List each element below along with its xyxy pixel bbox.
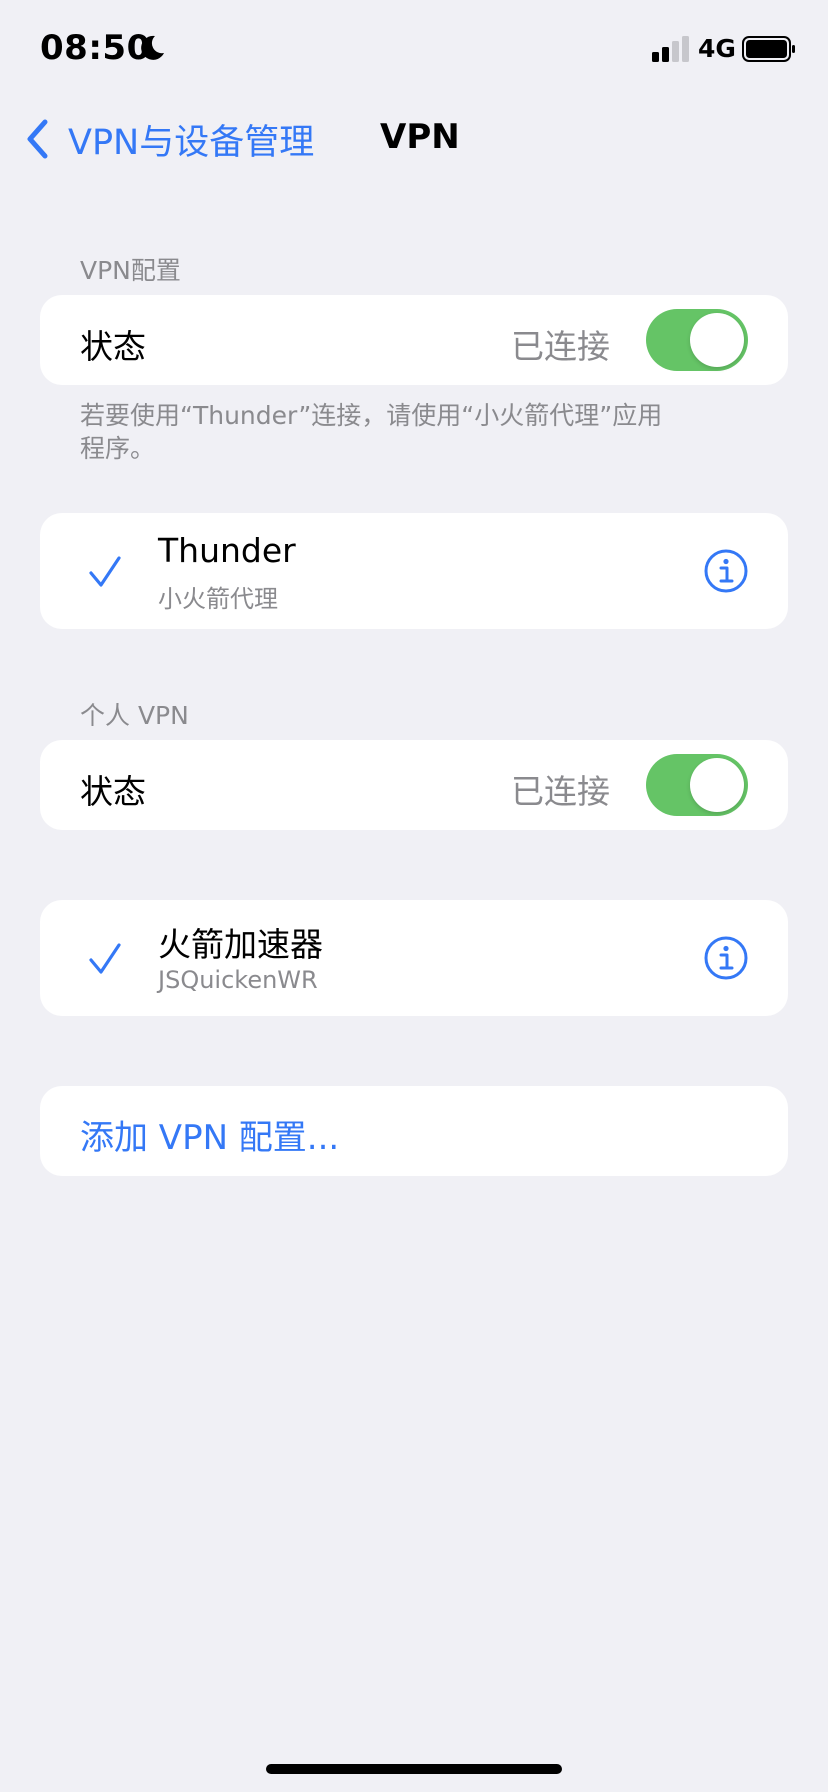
checkmark-icon xyxy=(89,943,121,974)
vpn-item-title: Thunder xyxy=(158,531,296,570)
home-indicator[interactable] xyxy=(266,1764,562,1774)
personal-vpn-status-toggle[interactable] xyxy=(646,754,748,816)
back-button-label: VPN与设备管理 xyxy=(68,122,315,163)
personal-vpn-status-row: 状态 已连接 xyxy=(40,740,788,830)
status-bar: 08:50 4G xyxy=(0,0,828,100)
personal-vpn-item[interactable]: 火箭加速器 JSQuickenWR xyxy=(40,900,788,1016)
vpn-item-subtitle: 小火箭代理 xyxy=(158,585,278,613)
vpn-config-status-toggle[interactable] xyxy=(646,309,748,371)
battery-icon xyxy=(742,36,795,62)
status-label: 状态 xyxy=(80,327,146,366)
status-value: 已连接 xyxy=(511,327,610,366)
moon-icon xyxy=(141,35,164,60)
cellular-signal-icon xyxy=(652,36,689,62)
toggle-knob xyxy=(690,313,744,367)
status-value: 已连接 xyxy=(511,772,610,811)
checkmark-icon xyxy=(89,556,121,587)
status-label: 状态 xyxy=(80,772,146,811)
vpn-config-status-row: 状态 已连接 xyxy=(40,295,788,385)
vpn-config-note: 若要使用“Thunder”连接，请使用“小火箭代理”应用程序。 xyxy=(80,401,663,463)
network-type: 4G xyxy=(698,34,736,63)
section-header-personal-vpn: 个人 VPN xyxy=(80,701,189,730)
toggle-knob xyxy=(690,758,744,812)
page-title: VPN xyxy=(380,117,460,157)
vpn-item-title: 火箭加速器 xyxy=(158,925,323,964)
vpn-item-subtitle: JSQuickenWR xyxy=(158,966,318,994)
info-icon[interactable] xyxy=(704,549,748,593)
chevron-left-icon xyxy=(27,119,48,159)
info-icon[interactable] xyxy=(704,936,748,980)
add-vpn-config-button[interactable]: 添加 VPN 配置... xyxy=(40,1086,788,1176)
add-vpn-config-label: 添加 VPN 配置... xyxy=(80,1118,340,1158)
vpn-config-item-thunder[interactable]: Thunder 小火箭代理 xyxy=(40,513,788,629)
back-button[interactable]: VPN与设备管理 xyxy=(24,114,314,164)
section-header-vpn-config: VPN配置 xyxy=(80,256,181,285)
status-time: 08:50 xyxy=(40,28,151,68)
